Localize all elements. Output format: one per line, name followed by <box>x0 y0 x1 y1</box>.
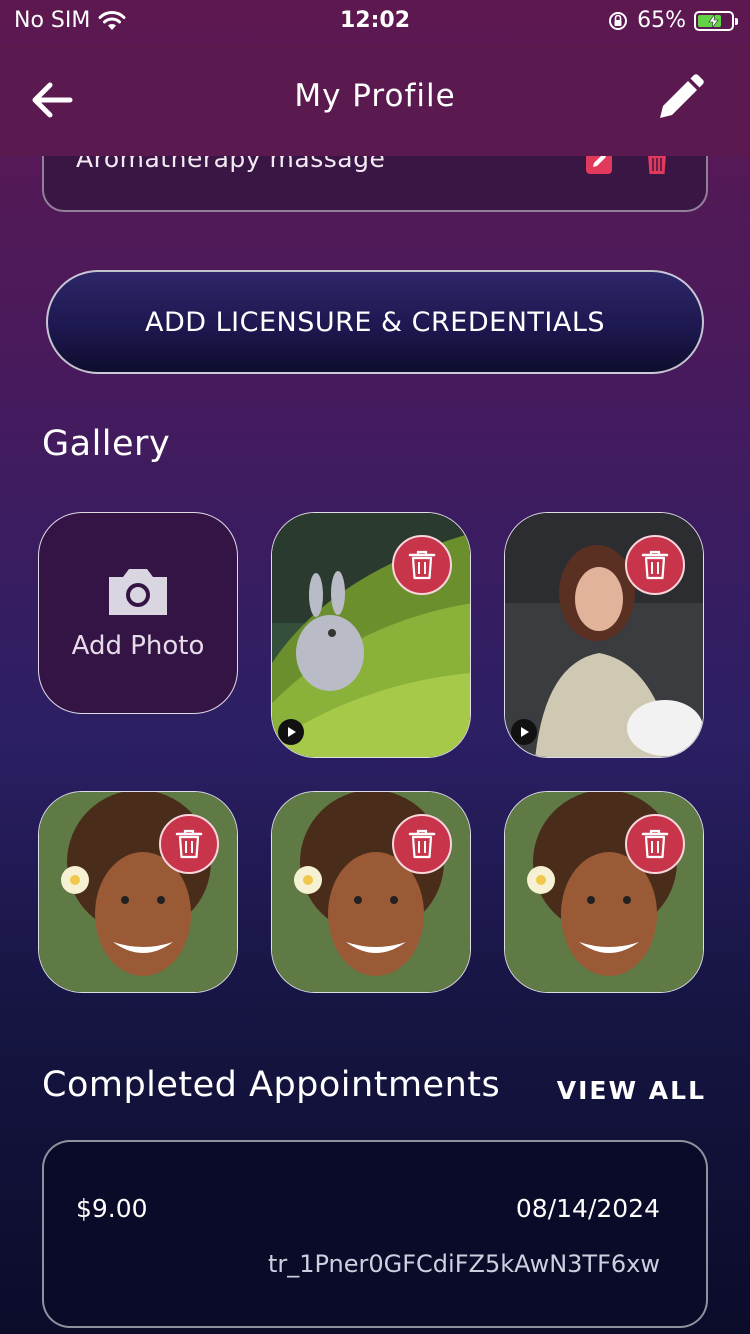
add-photo-button[interactable]: Add Photo <box>38 512 238 714</box>
orientation-lock-icon <box>609 11 628 30</box>
gallery-video-1[interactable] <box>271 512 471 758</box>
pencil-icon <box>660 74 704 118</box>
gallery-photo-3[interactable] <box>504 791 704 993</box>
delete-media-button[interactable] <box>159 814 219 874</box>
trash-icon <box>408 550 436 580</box>
delete-media-button[interactable] <box>392 814 452 874</box>
gallery-video-2[interactable] <box>504 512 704 758</box>
add-licensure-button[interactable]: ADD LICENSURE & CREDENTIALS <box>46 270 704 374</box>
trash-icon <box>641 550 669 580</box>
arrow-left-icon <box>32 82 73 118</box>
gallery-photo-2[interactable] <box>271 791 471 993</box>
appointment-amount: $9.00 <box>76 1194 148 1223</box>
app-header: My Profile <box>0 44 750 156</box>
play-icon <box>511 719 537 745</box>
battery-icon <box>694 10 738 31</box>
gallery-title: Gallery <box>42 424 171 464</box>
trash-icon <box>175 829 203 859</box>
trash-icon <box>641 829 669 859</box>
status-bar: No SIM 12:02 65% <box>0 0 750 44</box>
transaction-id: tr_1Pner0GFCdiFZ5kAwN3TF6xw <box>267 1250 660 1278</box>
play-icon <box>278 719 304 745</box>
appointments-title: Completed Appointments <box>42 1065 501 1105</box>
trash-icon <box>408 829 436 859</box>
status-right: 65% <box>607 8 738 33</box>
battery-percent: 65% <box>637 8 686 33</box>
delete-media-button[interactable] <box>625 535 685 595</box>
view-all-link[interactable]: VIEW ALL <box>557 1076 706 1105</box>
delete-media-button[interactable] <box>392 535 452 595</box>
add-photo-label: Add Photo <box>71 631 205 661</box>
delete-media-button[interactable] <box>625 814 685 874</box>
page-title: My Profile <box>294 78 456 114</box>
back-button[interactable] <box>26 74 78 126</box>
appointment-date: 08/14/2024 <box>515 1194 660 1223</box>
camera-icon <box>109 569 167 615</box>
gallery-photo-1[interactable] <box>38 791 238 993</box>
appointment-card[interactable]: $9.00 08/14/2024 tr_1Pner0GFCdiFZ5kAwN3T… <box>42 1140 708 1328</box>
edit-profile-button[interactable] <box>652 72 706 126</box>
